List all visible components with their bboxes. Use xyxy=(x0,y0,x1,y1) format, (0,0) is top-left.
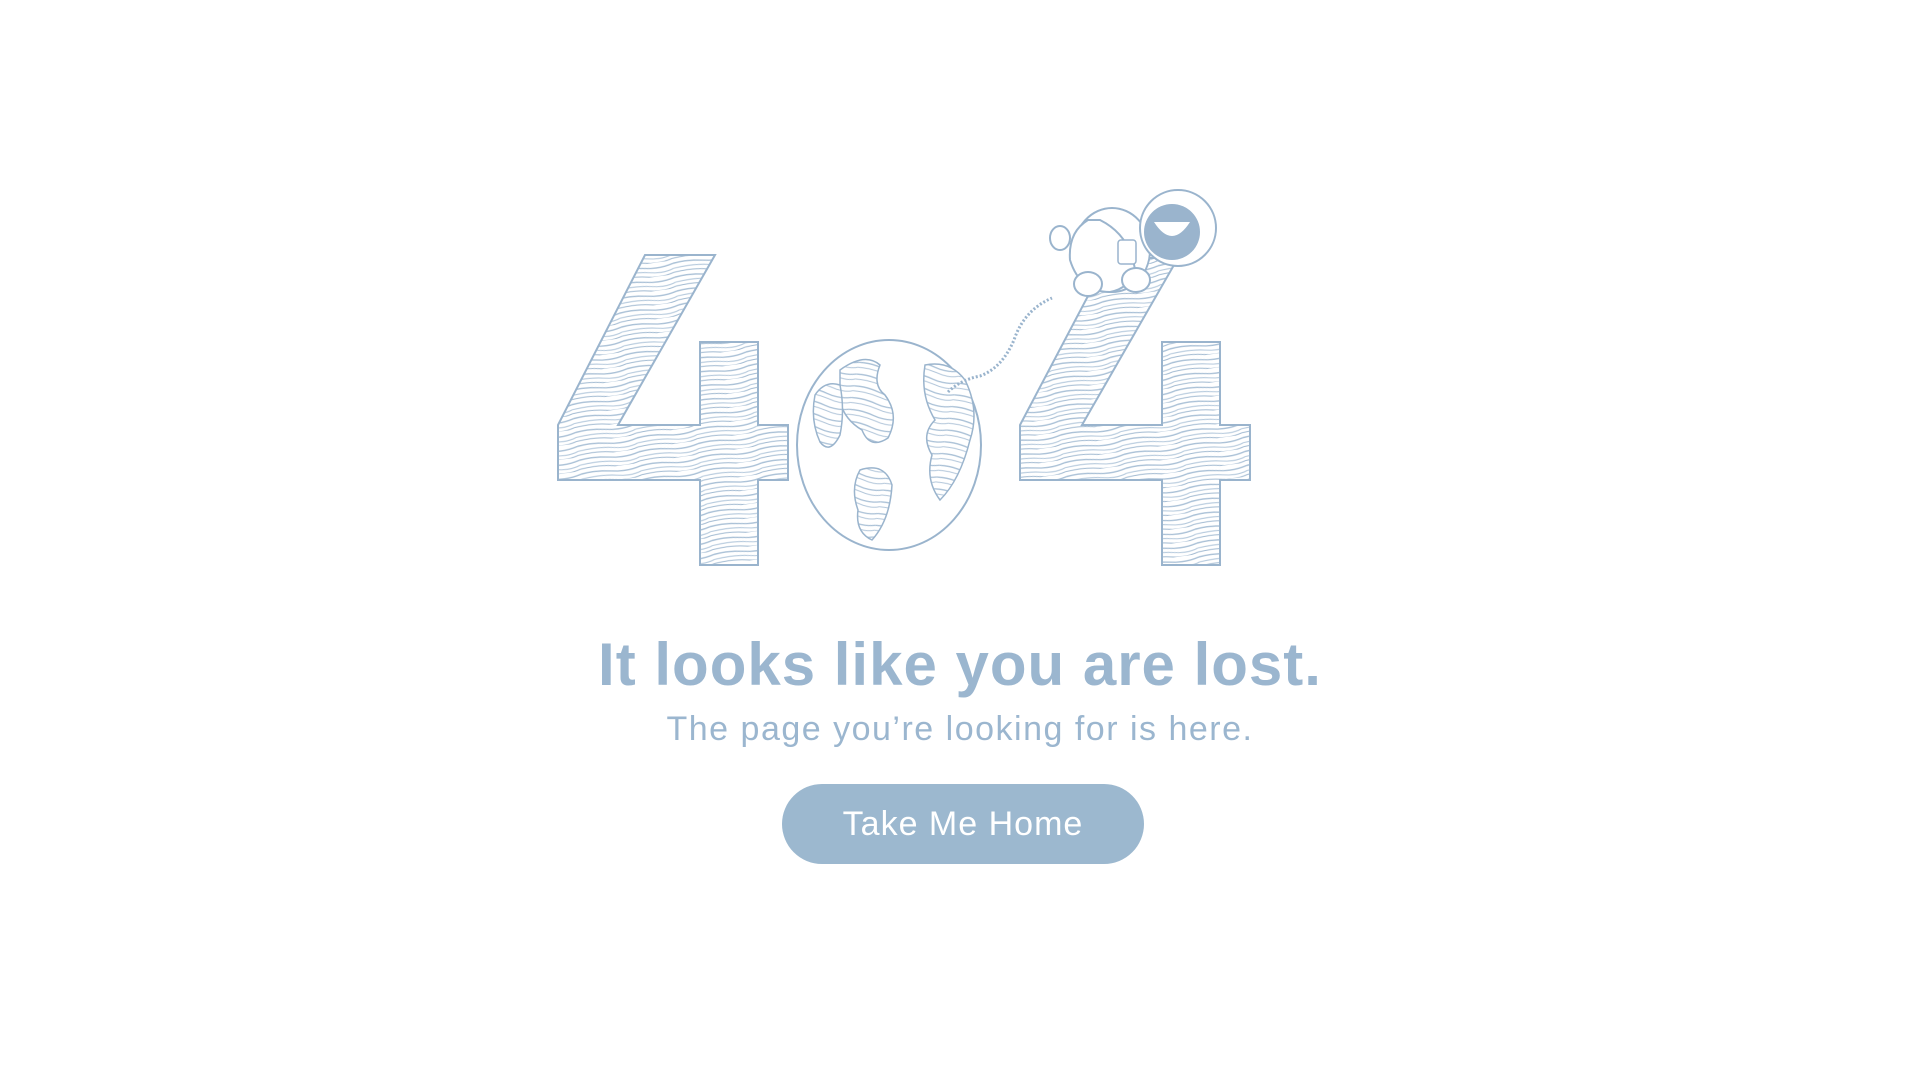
earth-globe-icon xyxy=(796,339,982,551)
take-me-home-button[interactable]: Take Me Home xyxy=(782,784,1144,864)
error-headline: It looks like you are lost. xyxy=(598,631,1322,698)
error-404-illustration xyxy=(540,180,1400,620)
error-subtext: The page you’re looking for is here. xyxy=(666,710,1254,748)
error-404-page: It looks like you are lost. The page you… xyxy=(0,0,1920,1080)
digit-four-right xyxy=(1019,257,1251,566)
digit-four-left xyxy=(557,254,789,566)
astronaut-icon xyxy=(1049,189,1217,297)
